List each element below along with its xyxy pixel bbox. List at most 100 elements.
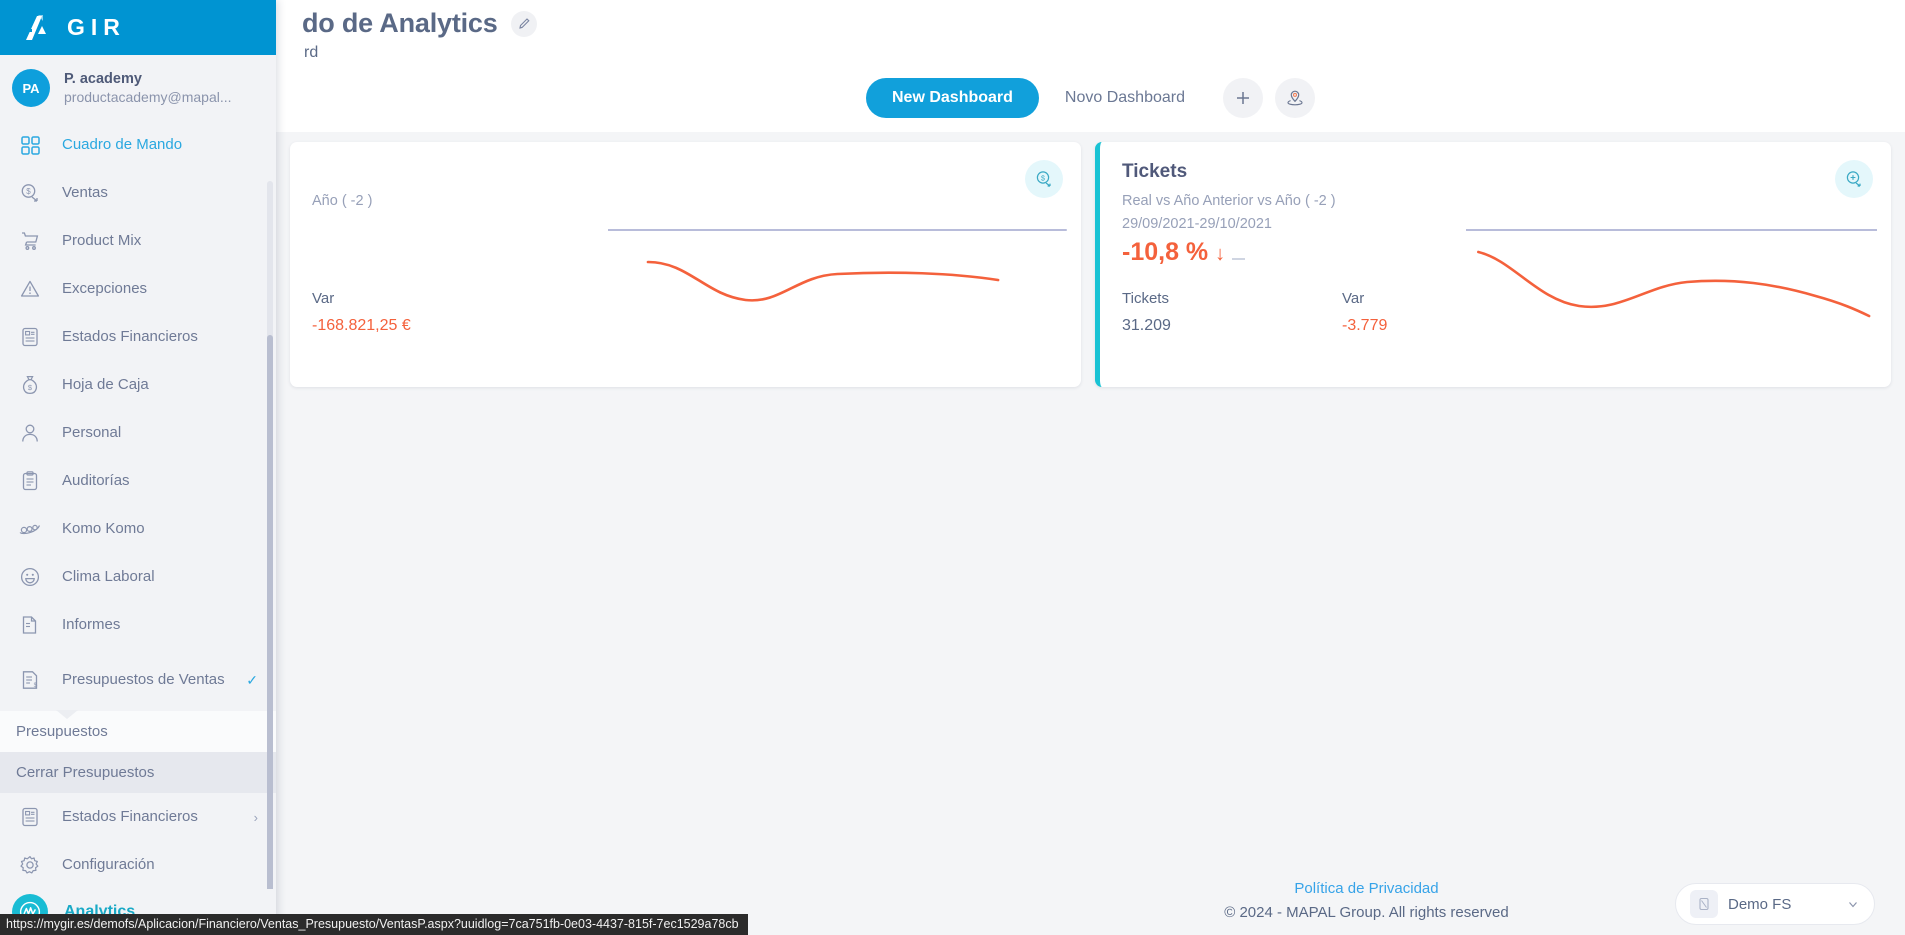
shopping-cart-icon	[16, 230, 44, 252]
sales-tag-icon: $	[1036, 171, 1051, 187]
kpi-card-title: Tickets	[1122, 161, 1188, 182]
sidebar-item-auditorias[interactable]: Auditorías	[0, 457, 276, 505]
flat-indicator-icon	[1232, 258, 1246, 260]
browser-status-bar: https://mygir.es/demofs/Aplicacion/Finan…	[0, 914, 748, 935]
svg-text:$: $	[28, 383, 33, 392]
dashboard-tabbar: New Dashboard Novo Dashboard	[276, 78, 1905, 118]
location-picker-label: Demo FS	[1728, 895, 1792, 913]
svg-text:$: $	[26, 187, 31, 196]
location-picker[interactable]: Demo FS	[1675, 883, 1875, 925]
sidebar-item-estados-financieros-config[interactable]: Estados Financieros ›	[0, 793, 276, 841]
percent-value: -10,8 %	[1122, 238, 1209, 266]
user-email: productacademy@mapal...	[64, 89, 232, 105]
smiley-face-icon	[16, 566, 44, 588]
sparkline-chart	[1465, 229, 1877, 318]
sidebar-item-label: Auditorías	[62, 472, 130, 490]
sidebar-item-label: Ventas	[62, 184, 108, 202]
gear-icon	[16, 854, 44, 876]
sparkline-chart	[608, 229, 1067, 302]
location-pin-icon	[1287, 90, 1303, 106]
edit-pencil-icon	[518, 17, 530, 29]
kpi-card-subtitle-comparison: Real vs Año Anterior vs Año ( -2 )	[1122, 193, 1336, 209]
sidebar-item-label: Informes	[62, 616, 121, 634]
komo-komo-icon	[16, 520, 44, 538]
sidebar-item-personal[interactable]: Personal	[0, 409, 276, 457]
sidebar-item-label: Estados Financieros	[62, 808, 198, 826]
metric-var: Var -168.821,25 €	[312, 290, 532, 335]
sidebar-item-excepciones[interactable]: Excepciones	[0, 265, 276, 313]
sidebar-item-label: Komo Komo	[62, 520, 145, 538]
sidebar-item-configuracion[interactable]: Configuración	[0, 841, 276, 889]
sidebar-item-label: Excepciones	[62, 280, 148, 298]
kpi-card-sparkline	[608, 200, 1067, 340]
kpi-card-metrics: Var -168.821,25 €	[312, 290, 532, 335]
sidebar-submenu-presupuestos[interactable]: Presupuestos	[0, 711, 276, 752]
user-name: P. academy	[64, 71, 142, 87]
chevron-down-icon	[1849, 902, 1857, 908]
sidebar-user[interactable]: PA P. academy productacademy@mapal...	[0, 55, 276, 121]
check-icon: ✓	[246, 671, 258, 688]
sidebar-item-informes[interactable]: Informes	[0, 601, 276, 649]
sidebar-item-cuadro-de-mando[interactable]: Cuadro de Mando	[0, 121, 276, 169]
sidebar-item-hoja-de-caja[interactable]: $ Hoja de Caja	[0, 361, 276, 409]
sidebar-item-label: Presupuestos de Ventas	[62, 671, 225, 689]
edit-title-button[interactable]	[510, 10, 537, 37]
sidebar-item-label: Hoja de Caja	[62, 376, 149, 394]
metric-label: Tickets	[1122, 290, 1169, 307]
kpi-card-tickets[interactable]: Tickets Real vs Año Anterior vs Año ( -2…	[1095, 142, 1891, 387]
metric-label: Var	[312, 290, 335, 307]
kpi-card-sales[interactable]: Año ( -2 ) Var -168.821,25 € $	[290, 142, 1081, 387]
plus-icon	[1237, 92, 1249, 104]
financial-statement-icon	[16, 326, 44, 348]
metric-value: 31.209	[1122, 317, 1171, 334]
sidebar-scrollbar-thumb[interactable]	[267, 335, 273, 935]
sidebar-item-label: Estados Financieros	[62, 328, 198, 346]
page-title: do de Analytics	[302, 8, 498, 38]
main-content: do de Analytics rd New Dashboard Novo Da…	[276, 0, 1905, 935]
metric-tickets: Tickets 31.209	[1122, 290, 1342, 335]
app-root: do de Analytics rd New Dashboard Novo Da…	[0, 0, 1905, 935]
sidebar: GIR PA P. academy productacademy@mapal..…	[0, 0, 276, 935]
sidebar-item-presupuestos-de-ventas[interactable]: $ Presupuestos de Ventas ✓	[0, 649, 276, 711]
brand-name: GIR	[67, 14, 126, 40]
svg-text:$: $	[34, 682, 38, 689]
page-subtitle: rd	[304, 44, 319, 61]
sidebar-brand[interactable]: GIR	[0, 0, 276, 55]
sidebar-item-label: Cuadro de Mando	[62, 136, 183, 154]
sidebar-item-product-mix[interactable]: Product Mix	[0, 217, 276, 265]
clipboard-icon	[16, 470, 44, 492]
budget-document-icon: $	[16, 669, 44, 691]
page-header: do de Analytics rd New Dashboard Novo Da…	[276, 0, 1905, 132]
sidebar-item-estados-financieros[interactable]: Estados Financieros	[0, 313, 276, 361]
kpi-card-subtitle-comparison: Año ( -2 )	[312, 193, 373, 209]
page-title-row: do de Analytics	[302, 8, 537, 39]
add-dashboard-button[interactable]	[1223, 78, 1263, 118]
sidebar-item-clima-laboral[interactable]: Clima Laboral	[0, 553, 276, 601]
kpi-card-action-button[interactable]: $	[1025, 160, 1063, 198]
locate-dashboard-button[interactable]	[1275, 78, 1315, 118]
sidebar-scroll-area: Cuadro de Mando $ Ventas Product Mix Exc…	[0, 121, 276, 935]
chevron-right-icon: ›	[253, 809, 258, 825]
kpi-card-action-button[interactable]	[1835, 160, 1873, 198]
financial-statement-icon	[16, 806, 44, 828]
warning-triangle-icon	[16, 278, 44, 300]
sidebar-submenu-cerrar-presupuestos[interactable]: Cerrar Presupuestos	[0, 752, 276, 793]
svg-text:$: $	[1041, 176, 1045, 183]
sidebar-item-ventas[interactable]: $ Ventas	[0, 169, 276, 217]
dashboard-grid-icon	[16, 135, 44, 156]
tab-novo-dashboard[interactable]: Novo Dashboard	[1039, 78, 1211, 118]
sidebar-item-label: Configuración	[62, 856, 155, 874]
tab-new-dashboard[interactable]: New Dashboard	[866, 78, 1039, 118]
sidebar-submenu: Presupuestos Cerrar Presupuestos	[0, 710, 276, 793]
avatar: PA	[12, 69, 50, 107]
sidebar-item-label: Clima Laboral	[62, 568, 155, 586]
sidebar-item-komo-komo[interactable]: Komo Komo	[0, 505, 276, 553]
money-bag-icon: $	[16, 374, 44, 396]
sidebar-item-label: Personal	[62, 424, 122, 442]
sales-tag-icon: $	[16, 182, 44, 204]
building-icon	[1690, 890, 1718, 918]
kpi-card-sparkline	[1465, 200, 1877, 340]
kpi-card-percent: -10,8 % ↓	[1122, 238, 1246, 267]
kpi-card-date-range: 29/09/2021-29/10/2021	[1122, 216, 1272, 232]
kpi-card-list: Año ( -2 ) Var -168.821,25 € $ Tickets R…	[276, 132, 1905, 397]
